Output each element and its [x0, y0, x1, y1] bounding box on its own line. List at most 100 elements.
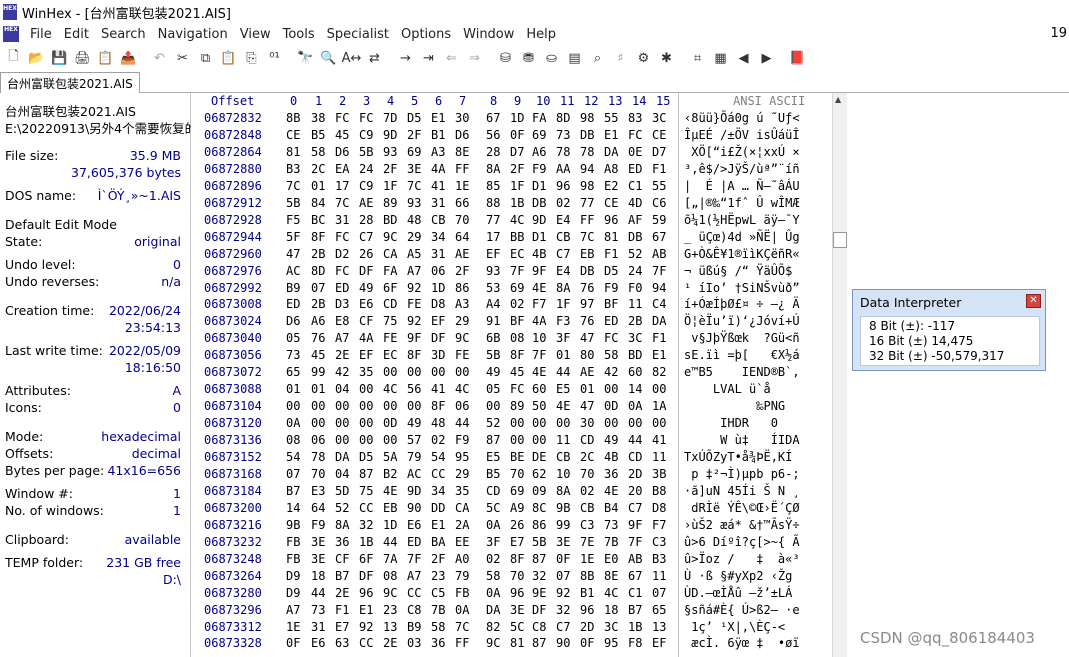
search-icon[interactable]: ⌕ — [587, 48, 608, 68]
hex-byte[interactable]: 77 — [486, 213, 500, 227]
hex-byte[interactable]: 07 — [556, 569, 570, 583]
hex-byte[interactable]: 81 — [604, 230, 618, 244]
ascii-text[interactable]: IHDR 0 — [684, 416, 800, 430]
hex-byte[interactable]: 1E — [580, 552, 594, 566]
ascii-text[interactable]: ³,ê$/>JÿŠ/ùª”¨íñ — [684, 162, 800, 176]
hex-byte[interactable]: 00 — [604, 382, 618, 396]
hex-byte[interactable]: D8 — [652, 501, 666, 515]
hex-row[interactable]: 06873232 FB 3E 36 1B 44 ED BA EE 3F E7 5B 3E 7E 7B 7F C3… — [195, 535, 838, 551]
hex-byte[interactable]: CC — [407, 586, 421, 600]
hex-row[interactable]: 06873280 D9 44 2E 96 9C CC C5 FB 0A 96 9E 92 B1 4C C1 07… — [195, 586, 838, 602]
hex-byte[interactable]: A6 — [311, 314, 325, 328]
hex-byte[interactable]: 65 — [286, 365, 300, 379]
hex-byte[interactable]: A0 — [455, 552, 469, 566]
hex-byte[interactable]: 35 — [455, 484, 469, 498]
hex-row[interactable]: 06873152 54 78 DA D5 5A 79 54 95 E5 BE DE CB 2C 4B CD 11… — [195, 450, 838, 466]
hex-byte[interactable]: 3C — [652, 111, 666, 125]
hex-byte[interactable]: ED — [335, 281, 349, 295]
hex-byte[interactable]: 79 — [455, 569, 469, 583]
hex-byte[interactable]: 28 — [359, 213, 373, 227]
hex-byte[interactable]: 31 — [431, 196, 445, 210]
hex-byte[interactable]: 9C — [383, 586, 397, 600]
hex-byte[interactable]: 4A — [532, 314, 546, 328]
hex-byte[interactable]: 4D — [628, 196, 642, 210]
hex-byte[interactable]: 2F — [510, 162, 524, 176]
hex-byte[interactable]: 69 — [510, 484, 524, 498]
hex-byte[interactable]: 02 — [486, 552, 500, 566]
hex-byte[interactable]: 00 — [407, 399, 421, 413]
hex-byte[interactable]: 04 — [335, 467, 349, 481]
hex-byte[interactable]: D7 — [510, 145, 524, 159]
hex-byte[interactable]: 38 — [311, 111, 325, 125]
hex-byte[interactable]: C8 — [532, 620, 546, 634]
hex-byte[interactable]: 59 — [652, 213, 666, 227]
hex-byte[interactable]: E5 — [556, 382, 570, 396]
hex-byte[interactable]: 1E — [455, 179, 469, 193]
hex-byte[interactable]: 5B — [532, 535, 546, 549]
hex-byte[interactable]: 93 — [486, 264, 500, 278]
hex-row[interactable]: 06873072 65 99 42 35 00 00 00 00 49 45 4E 44 AE 42 60 82… — [195, 365, 838, 381]
hex-byte[interactable]: 00 — [486, 399, 500, 413]
hex-byte[interactable]: 0A — [628, 399, 642, 413]
hex-byte[interactable]: 55 — [652, 179, 666, 193]
hex-byte[interactable]: 79 — [407, 450, 421, 464]
hex-byte[interactable]: 26 — [359, 247, 373, 261]
hex-byte[interactable]: 01 — [556, 348, 570, 362]
hex-byte[interactable]: 5C — [486, 501, 500, 515]
hex-byte[interactable]: C4 — [652, 297, 666, 311]
hex-byte[interactable]: 41 — [652, 433, 666, 447]
hex-byte[interactable]: C5 — [431, 586, 445, 600]
hex-byte[interactable]: A7 — [407, 264, 421, 278]
hex-byte[interactable]: 96 — [604, 213, 618, 227]
hex-byte[interactable]: 96 — [556, 179, 570, 193]
hex-byte[interactable]: 95 — [455, 450, 469, 464]
new-file-icon[interactable]: 🗋 — [3, 48, 24, 68]
hex-byte[interactable]: 8E — [455, 145, 469, 159]
hex-byte[interactable]: E6 — [407, 518, 421, 532]
hex-byte[interactable]: 56 — [407, 382, 421, 396]
hex-byte[interactable]: E4 — [556, 213, 570, 227]
hex-byte[interactable]: EB — [383, 501, 397, 515]
hex-byte[interactable]: 00 — [407, 365, 421, 379]
hex-byte[interactable]: FC — [335, 230, 349, 244]
hex-byte[interactable]: FC — [335, 264, 349, 278]
hex-byte[interactable]: 54 — [286, 450, 300, 464]
hex-byte[interactable]: 58 — [604, 348, 618, 362]
hex-byte[interactable]: FE — [455, 348, 469, 362]
hex-byte[interactable]: 45 — [335, 128, 349, 142]
hex-byte[interactable]: 13 — [383, 620, 397, 634]
hex-byte[interactable]: 06 — [311, 433, 325, 447]
hex-byte[interactable]: 8B — [286, 111, 300, 125]
menu-options[interactable]: Options — [397, 27, 459, 42]
hex-byte[interactable]: 8F — [431, 399, 445, 413]
undo-icon[interactable]: ↶ — [149, 48, 170, 68]
hex-byte[interactable]: ED — [604, 314, 618, 328]
hex-byte[interactable]: E1 — [652, 348, 666, 362]
hex-byte[interactable]: A7 — [407, 569, 421, 583]
hex-byte[interactable]: 67 — [652, 230, 666, 244]
binary-icon[interactable]: ⁰¹ — [264, 48, 285, 68]
hex-byte[interactable]: 41 — [431, 382, 445, 396]
hex-byte[interactable]: ED — [286, 297, 300, 311]
find-hex-icon[interactable]: 🔍 — [318, 48, 339, 68]
hex-byte[interactable]: 1B — [510, 196, 524, 210]
hex-byte[interactable]: 4B — [604, 450, 618, 464]
hex-byte[interactable]: C8 — [407, 603, 421, 617]
ascii-text[interactable]: ¬ üßú§ /“ ŸäÛÕ$ — [684, 264, 792, 278]
hex-byte[interactable]: 2F — [383, 162, 397, 176]
hex-byte[interactable]: 69 — [407, 145, 421, 159]
hex-byte[interactable]: E0 — [604, 552, 618, 566]
hex-byte[interactable]: 8A — [556, 281, 570, 295]
hex-byte[interactable]: 92 — [407, 281, 421, 295]
hex-byte[interactable]: 0F — [580, 636, 594, 650]
ascii-text[interactable]: v§JþŸßœk ?Gü<ñ — [684, 331, 799, 345]
disk-editor-icon[interactable]: ⛁ — [495, 48, 516, 68]
hex-byte[interactable]: 1F — [383, 179, 397, 193]
hex-byte[interactable]: 83 — [628, 111, 642, 125]
hex-byte[interactable]: EC — [510, 247, 524, 261]
hex-byte[interactable]: 42 — [335, 365, 349, 379]
hex-byte[interactable]: F7 — [532, 297, 546, 311]
hex-byte[interactable]: FC — [510, 382, 524, 396]
tools-icon[interactable]: ⚙ — [633, 48, 654, 68]
hex-byte[interactable]: C3 — [652, 535, 666, 549]
